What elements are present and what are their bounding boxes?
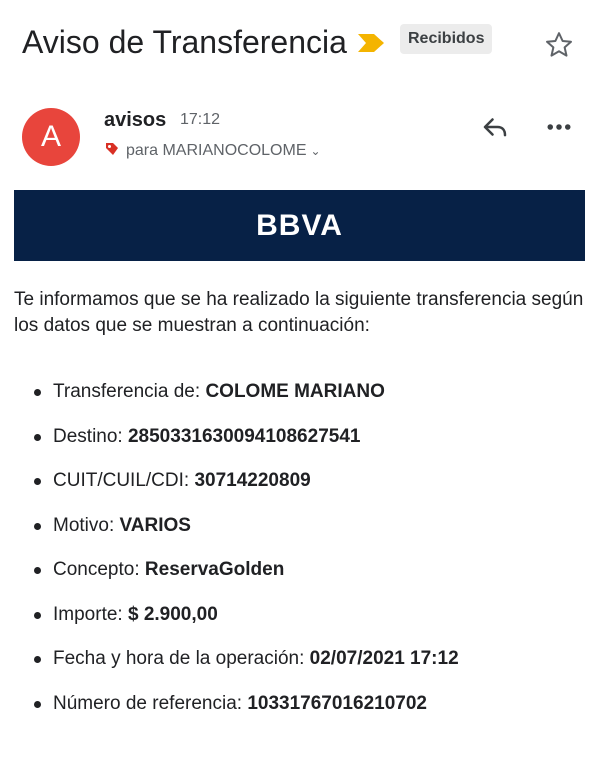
- importance-marker-icon[interactable]: [358, 34, 384, 52]
- sender-name: avisos: [104, 109, 167, 131]
- message-header: A avisos 17:12 para MARIANOCOLOME ⌄: [22, 108, 582, 168]
- detail-transferencia-de: Transferencia de: COLOME MARIANO: [34, 377, 586, 422]
- star-outline-icon[interactable]: [544, 30, 574, 60]
- detail-motivo: Motivo: VARIOS: [34, 511, 586, 556]
- transfer-details-list: Transferencia de: COLOME MARIANO Destino…: [34, 377, 586, 733]
- detail-label: Transferencia de:: [53, 381, 201, 402]
- intro-text: Te informamos que se ha realizado la sig…: [14, 289, 584, 336]
- detail-label: Fecha y hora de la operación:: [53, 648, 305, 669]
- detail-cuit: CUIT/CUIL/CDI: 30714220809: [34, 466, 586, 511]
- subject-row: Aviso de Transferencia Recibidos: [22, 18, 582, 68]
- more-horizontal-icon[interactable]: [544, 112, 574, 142]
- bbva-banner: BBVA: [14, 190, 585, 261]
- recipient-text: para MARIANOCOLOME: [126, 142, 307, 159]
- detail-label: CUIT/CUIL/CDI:: [53, 470, 190, 491]
- recipient-details-toggle[interactable]: para MARIANOCOLOME ⌄: [104, 141, 321, 163]
- detail-value: 02/07/2021 17:12: [309, 648, 459, 669]
- detail-value: ReservaGolden: [144, 559, 285, 580]
- detail-destino: Destino: 2850331630094108627541: [34, 422, 586, 467]
- reply-icon[interactable]: [480, 112, 510, 142]
- detail-value: 2850331630094108627541: [127, 425, 361, 447]
- bbva-logo: BBVA: [256, 209, 343, 242]
- message-time: 17:12: [180, 111, 221, 128]
- detail-value: $ 2.900,00: [127, 603, 218, 625]
- sender-avatar[interactable]: A: [22, 108, 80, 166]
- detail-concepto: Concepto: ReservaGolden: [34, 555, 586, 600]
- detail-numero-referencia: Número de referencia: 1033176701621070​2: [34, 689, 586, 734]
- chevron-down-icon: ⌄: [310, 144, 321, 158]
- detail-label: Destino:: [53, 425, 123, 447]
- detail-value: VARIOS: [119, 514, 191, 536]
- detail-importe: Importe: $ 2.900,00: [34, 600, 586, 645]
- detail-value: COLOME MARIANO: [205, 381, 385, 402]
- detail-label: Número de referencia:: [53, 692, 243, 714]
- detail-label: Importe:: [53, 603, 123, 625]
- detail-label: Motivo:: [53, 514, 115, 536]
- detail-fecha-hora: Fecha y hora de la operación: 02/07/2021…: [34, 644, 586, 689]
- detail-value: 30714220809: [194, 470, 311, 491]
- detail-label: Concepto:: [53, 559, 140, 580]
- label-tag-icon: [106, 143, 118, 155]
- inbox-label-chip[interactable]: Recibidos: [400, 24, 493, 54]
- email-subject: Aviso de Transferencia: [22, 24, 347, 60]
- detail-value: 1033176701621070​2: [247, 692, 427, 714]
